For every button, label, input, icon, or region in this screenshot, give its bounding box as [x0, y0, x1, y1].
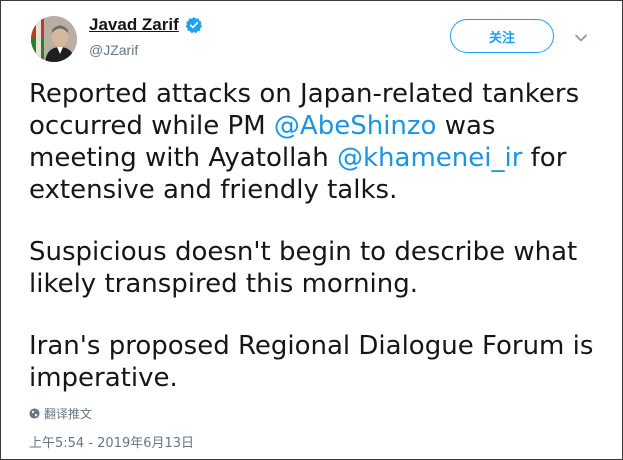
name-row: Javad Zarif	[89, 15, 203, 35]
display-name[interactable]: Javad Zarif	[89, 15, 179, 35]
translate-tweet-link[interactable]: 翻译推文	[29, 405, 92, 422]
profile-photo-icon	[31, 16, 77, 62]
tweet-paragraph-3: Iran's proposed Regional Dialogue Forum …	[29, 331, 594, 393]
tweet-text: Reported attacks on Japan-related tanker…	[29, 78, 609, 424]
user-handle[interactable]: @JZarif	[89, 42, 138, 58]
tweet-timestamp[interactable]: 上午5:54 - 2019年6月13日	[29, 432, 194, 451]
avatar[interactable]	[31, 16, 77, 62]
verified-badge-icon	[185, 17, 202, 34]
mention-abeshinzo[interactable]: @AbeShinzo	[274, 111, 437, 141]
mention-khamenei[interactable]: @khamenei_ir	[337, 143, 522, 173]
tweet-paragraph-2: Suspicious doesn't begin to describe wha…	[29, 237, 578, 299]
tweet-paragraph-1: Reported attacks on Japan-related tanker…	[29, 78, 609, 206]
translate-label: 翻译推文	[44, 407, 93, 421]
chevron-down-icon[interactable]	[574, 31, 588, 45]
follow-button[interactable]: 关注	[450, 19, 554, 53]
tweet-card: Javad Zarif @JZarif 关注 Reported attacks …	[0, 0, 623, 460]
globe-icon	[29, 408, 40, 419]
